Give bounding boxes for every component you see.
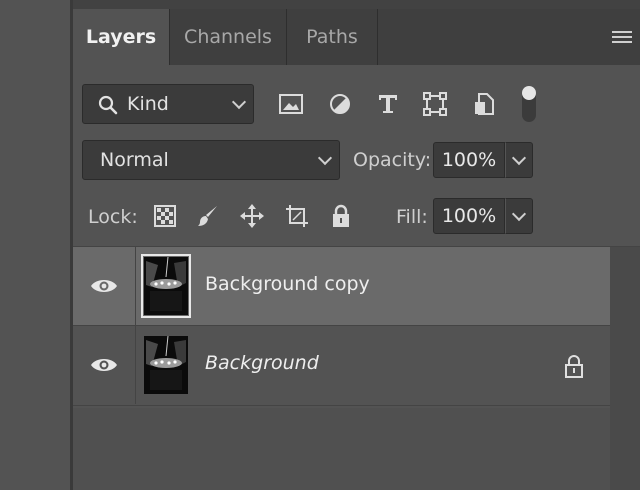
panel-top-strip	[73, 0, 640, 9]
visibility-toggle[interactable]	[73, 247, 135, 325]
layer-row-background[interactable]: Background	[73, 326, 610, 404]
layer-thumbnail[interactable]	[144, 336, 188, 394]
tab-channels[interactable]: Channels	[170, 9, 286, 65]
lock-image-pixels-icon[interactable]	[194, 202, 222, 230]
search-icon	[98, 95, 118, 115]
tab-separator	[377, 9, 378, 65]
adjustment-filter-icon[interactable]	[324, 88, 356, 120]
lock-artboard-icon[interactable]	[283, 202, 311, 230]
filter-toggle-icon[interactable]	[513, 84, 545, 124]
lock-all-icon[interactable]	[327, 202, 355, 230]
eye-icon	[91, 359, 117, 371]
type-filter-icon[interactable]	[372, 88, 404, 120]
lock-label: Lock:	[88, 206, 138, 228]
fill-input[interactable]: 100%	[433, 198, 505, 234]
layers-empty-area[interactable]	[73, 408, 610, 490]
left-gutter	[0, 0, 70, 490]
fill-label: Fill:	[396, 206, 428, 228]
filter-kind-label: Kind	[127, 93, 169, 115]
chevron-down-icon	[231, 94, 247, 110]
fill-dropdown[interactable]	[505, 198, 533, 234]
layers-panel: Layers Channels Paths Kind Normal Opacit…	[73, 0, 640, 490]
image-filter-icon[interactable]	[275, 88, 307, 120]
column-separator	[135, 326, 136, 404]
chevron-down-icon	[317, 150, 333, 166]
layer-name[interactable]: Background	[205, 352, 319, 374]
tab-paths[interactable]: Paths	[287, 9, 377, 65]
opacity-label: Opacity:	[353, 149, 432, 171]
layer-lock-icon	[562, 354, 586, 378]
chevron-down-icon	[511, 150, 527, 166]
opacity-input[interactable]: 100%	[433, 142, 505, 178]
panel-menu-icon[interactable]	[612, 31, 632, 45]
tab-layers[interactable]: Layers	[73, 9, 169, 65]
shape-filter-icon[interactable]	[419, 88, 451, 120]
lock-transparent-pixels-icon[interactable]	[151, 202, 179, 230]
column-separator	[135, 247, 136, 325]
lock-position-icon[interactable]	[238, 202, 266, 230]
blend-mode-select[interactable]: Normal	[82, 140, 340, 180]
layer-name[interactable]: Background copy	[205, 273, 370, 295]
panel-tab-bar: Layers Channels Paths	[73, 9, 640, 65]
chevron-down-icon	[511, 206, 527, 222]
visibility-toggle[interactable]	[73, 326, 135, 404]
blend-mode-label: Normal	[100, 149, 169, 171]
layers-scrollbar-track[interactable]	[610, 247, 640, 490]
layer-row-background-copy[interactable]: Background copy	[73, 247, 610, 325]
smart-object-filter-icon[interactable]	[468, 88, 500, 120]
layer-thumbnail[interactable]	[141, 254, 191, 318]
opacity-dropdown[interactable]	[505, 142, 533, 178]
eye-icon	[91, 280, 117, 292]
filter-kind-select[interactable]: Kind	[82, 84, 254, 124]
layer-separator	[73, 405, 640, 406]
